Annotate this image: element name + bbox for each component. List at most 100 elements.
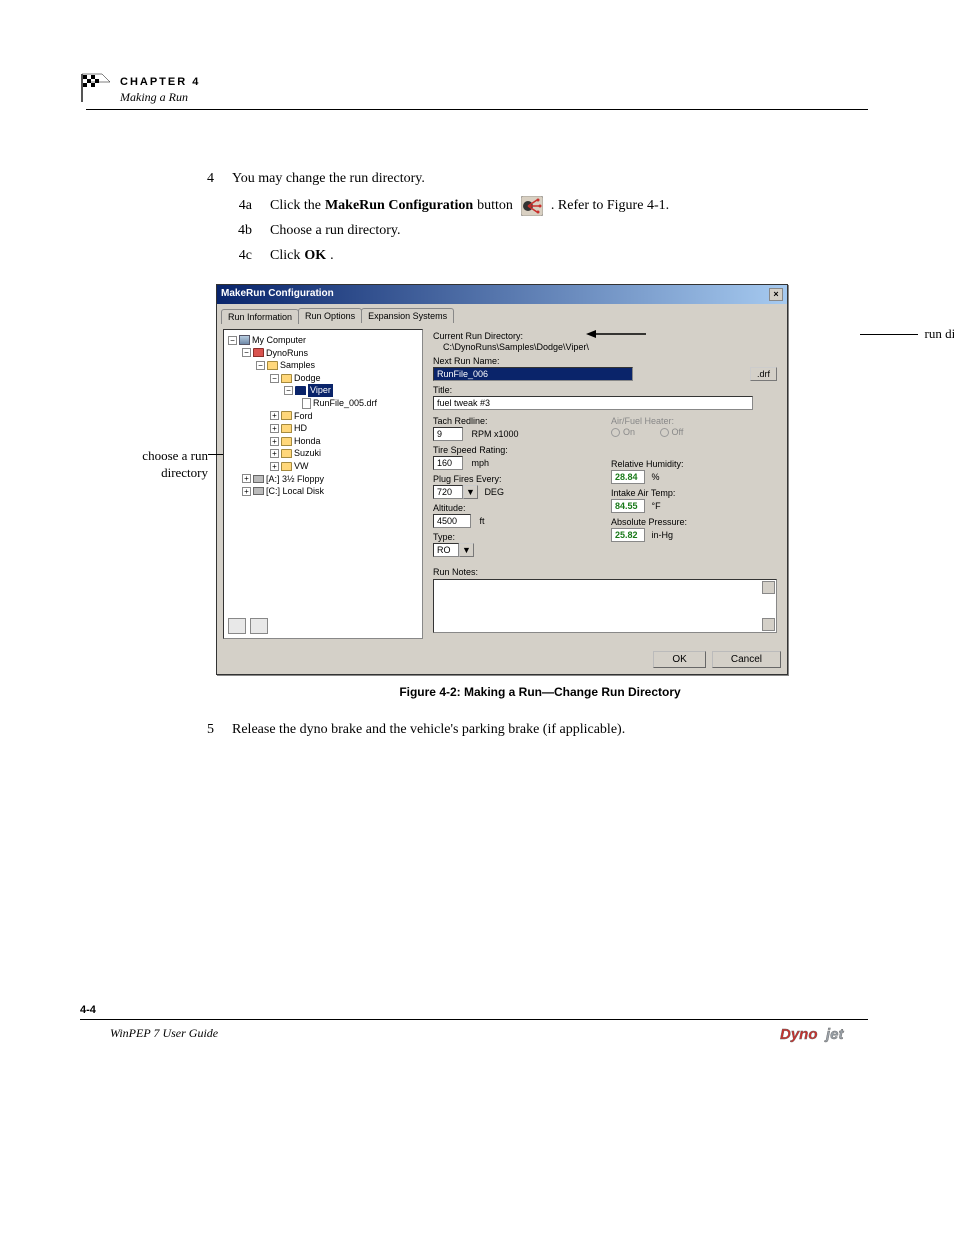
- type-dropdown[interactable]: ▼: [459, 543, 474, 557]
- collapse-icon[interactable]: −: [270, 374, 279, 383]
- expand-icon[interactable]: +: [270, 462, 279, 471]
- tree-label[interactable]: [A:] 3½ Floppy: [266, 473, 324, 486]
- collapse-icon[interactable]: −: [242, 348, 251, 357]
- folder-icon: [281, 449, 292, 458]
- tree-label[interactable]: Honda: [294, 435, 321, 448]
- drf-button[interactable]: .drf: [750, 367, 777, 381]
- tree-label[interactable]: DynoRuns: [266, 347, 308, 360]
- tree-label[interactable]: HD: [294, 422, 307, 435]
- dialog-body: −My Computer −DynoRuns −Samples −Dodge −…: [217, 323, 787, 645]
- tach-input[interactable]: 9: [433, 427, 463, 441]
- folder-icon: [281, 462, 292, 471]
- text: button: [477, 195, 513, 216]
- plug-input[interactable]: 720: [433, 485, 463, 499]
- collapse-icon[interactable]: −: [284, 386, 293, 395]
- dialog-titlebar[interactable]: MakeRun Configuration ×: [217, 285, 787, 304]
- tab-run-information[interactable]: Run Information: [221, 309, 299, 324]
- plug-dropdown[interactable]: ▼: [463, 485, 478, 499]
- cancel-button[interactable]: Cancel: [712, 651, 781, 668]
- scrollbar-up-icon[interactable]: [762, 581, 775, 594]
- drive-icon: [253, 487, 264, 495]
- rel-humidity-value: 28.84: [611, 470, 645, 484]
- dialog-footer: OK Cancel: [217, 645, 787, 674]
- new-folder-icon[interactable]: [228, 618, 246, 634]
- scrollbar-down-icon[interactable]: [762, 618, 775, 631]
- tree-label[interactable]: RunFile_005.drf: [313, 397, 377, 410]
- text: . Refer to Figure 4-1.: [551, 195, 669, 216]
- folder-icon: [281, 424, 292, 433]
- folder-icon: [253, 348, 264, 357]
- run-notes-textarea[interactable]: [433, 579, 777, 633]
- label-tach-redline: Tach Redline:: [433, 416, 583, 426]
- dialog-tabs: Run Information Run Options Expansion Sy…: [217, 304, 787, 323]
- text-bold: MakeRun Configuration: [325, 195, 473, 216]
- tree-label[interactable]: Samples: [280, 359, 315, 372]
- checkered-flag-icon: [80, 72, 112, 104]
- tree-label[interactable]: [C:] Local Disk: [266, 485, 324, 498]
- substep-text: Click OK .: [270, 245, 884, 266]
- dynojet-logo: Dyno jet: [780, 1024, 868, 1049]
- footer-title: WinPEP 7 User Guide: [110, 1026, 218, 1041]
- close-icon[interactable]: ×: [769, 288, 783, 301]
- tree-label-selected[interactable]: Viper: [308, 384, 333, 397]
- directory-tree[interactable]: −My Computer −DynoRuns −Samples −Dodge −…: [223, 329, 423, 639]
- label-af-heater: Air/Fuel Heater:: [611, 416, 777, 426]
- type-select[interactable]: RO: [433, 543, 459, 557]
- altitude-input[interactable]: 4500: [433, 514, 471, 528]
- abspress-unit: in-Hg: [652, 530, 674, 540]
- relhum-unit: %: [652, 472, 660, 482]
- label-current-run-dir: Current Run Directory:: [433, 331, 777, 341]
- label-type: Type:: [433, 532, 583, 542]
- makerun-config-dialog: MakeRun Configuration × Run Information …: [216, 284, 788, 675]
- label-altitude: Altitude:: [433, 503, 583, 513]
- expand-icon[interactable]: +: [270, 424, 279, 433]
- tree-label[interactable]: My Computer: [252, 334, 306, 347]
- step-4b: 4b Choose a run directory.: [86, 220, 884, 241]
- substep-text: Choose a run directory.: [270, 220, 884, 241]
- tree-label[interactable]: VW: [294, 460, 309, 473]
- expand-icon[interactable]: +: [270, 449, 279, 458]
- callout-line: [860, 334, 918, 335]
- intake-temp-value: 84.55: [611, 499, 645, 513]
- text: Click: [270, 245, 300, 266]
- ok-button[interactable]: OK: [653, 651, 705, 668]
- collapse-icon[interactable]: −: [228, 336, 237, 345]
- expand-icon[interactable]: +: [242, 487, 251, 496]
- tree-label[interactable]: Suzuki: [294, 447, 321, 460]
- folder-icon: [267, 361, 278, 370]
- title-input[interactable]: fuel tweak #3: [433, 396, 753, 410]
- label-run-notes: Run Notes:: [433, 567, 777, 577]
- step-4c: 4c Click OK .: [86, 245, 884, 266]
- figure-4-2: choose a run directory run directory Mak…: [216, 284, 884, 699]
- radio-on: On: [611, 427, 635, 437]
- expand-icon[interactable]: +: [270, 411, 279, 420]
- tree-label[interactable]: Ford: [294, 410, 313, 423]
- tree-label[interactable]: Dodge: [294, 372, 321, 385]
- expand-icon[interactable]: +: [242, 474, 251, 483]
- page-number: 4-4: [80, 1004, 96, 1016]
- chapter-label: CHAPTER 4: [120, 76, 868, 88]
- text-bold: OK: [304, 245, 326, 266]
- tab-expansion-systems[interactable]: Expansion Systems: [361, 308, 454, 323]
- body-content: 4 You may change the run directory. 4a C…: [86, 168, 884, 746]
- callout-run-directory: run directory: [924, 326, 954, 343]
- step-number: 4: [86, 168, 232, 189]
- label-intake-temp: Intake Air Temp:: [611, 488, 777, 498]
- step-text: You may change the run directory.: [232, 168, 884, 189]
- collapse-icon[interactable]: −: [256, 361, 265, 370]
- file-icon: [302, 398, 311, 409]
- expand-icon[interactable]: +: [270, 437, 279, 446]
- floppy-icon: [253, 475, 264, 483]
- radio-off: Off: [660, 427, 684, 437]
- label-plug-fires: Plug Fires Every:: [433, 474, 583, 484]
- next-run-name-input[interactable]: RunFile_006: [433, 367, 633, 381]
- current-run-dir-value: C:\DynoRuns\Samples\Dodge\Viper\: [433, 342, 589, 352]
- intake-unit: °F: [652, 501, 661, 511]
- label-tire-speed: Tire Speed Rating:: [433, 445, 583, 455]
- step-4: 4 You may change the run directory.: [86, 168, 884, 189]
- figure-caption: Figure 4-2: Making a Run—Change Run Dire…: [196, 685, 884, 699]
- tab-run-options[interactable]: Run Options: [298, 308, 362, 323]
- tire-input[interactable]: 160: [433, 456, 463, 470]
- label-title: Title:: [433, 385, 777, 395]
- refresh-icon[interactable]: [250, 618, 268, 634]
